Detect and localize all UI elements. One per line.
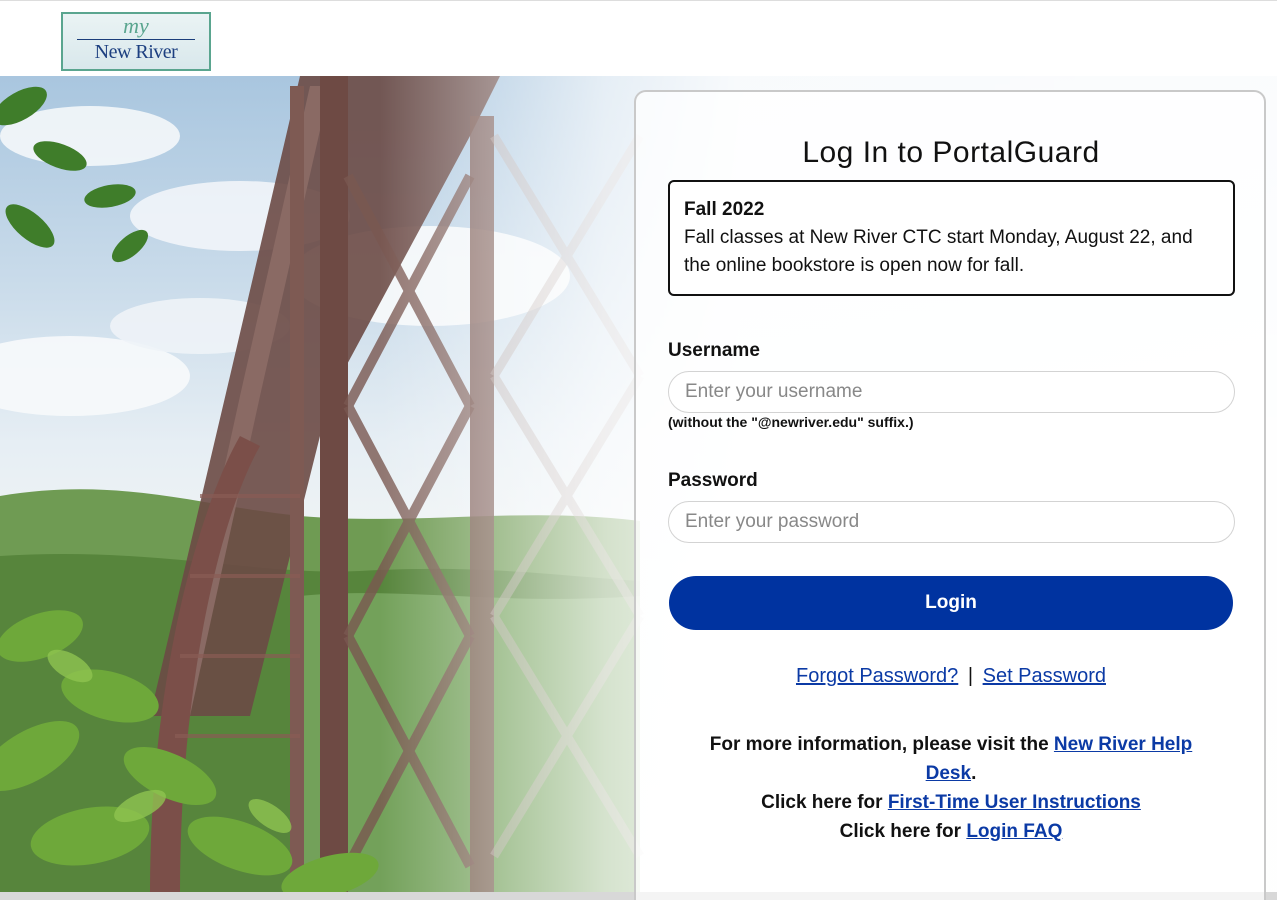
header-bar: my New River [0,0,1277,76]
login-button[interactable]: Login [669,576,1233,630]
my-new-river-logo[interactable]: my New River [61,12,211,71]
forgot-password-link[interactable]: Forgot Password? [796,665,958,687]
help-desk-prefix: For more information, please visit the [709,734,1054,755]
first-time-prefix: Click here for [761,792,888,813]
announcement-title: Fall 2022 [684,199,765,220]
set-password-link[interactable]: Set Password [983,665,1106,687]
logo-rule [77,39,195,40]
password-links: Forgot Password? | Set Password [636,665,1266,688]
username-input[interactable] [668,371,1235,413]
page-title: Log In to PortalGuard [802,136,1100,169]
faq-line: Click here for Login FAQ [696,817,1206,846]
announcement-body: Fall classes at New River CTC start Mond… [684,227,1193,276]
password-input[interactable] [668,501,1235,543]
password-label: Password [668,470,758,491]
first-time-line: Click here for First-Time User Instructi… [696,788,1206,817]
help-info: For more information, please visit the N… [696,730,1206,846]
faq-prefix: Click here for [839,821,967,842]
login-card: Log In to PortalGuard Fall 2022 Fall cla… [634,90,1266,900]
announcement-box: Fall 2022 Fall classes at New River CTC … [668,180,1235,296]
help-desk-suffix: . [971,763,977,784]
links-separator: | [967,665,974,687]
help-desk-line: For more information, please visit the N… [696,730,1206,788]
username-hint: (without the "@newriver.edu" suffix.) [668,414,914,430]
first-time-instructions-link[interactable]: First-Time User Instructions [888,792,1141,813]
login-faq-link[interactable]: Login FAQ [966,821,1062,842]
logo-name-text: New River [94,41,178,63]
username-label: Username [668,340,760,361]
logo-my-text: my [123,13,149,38]
